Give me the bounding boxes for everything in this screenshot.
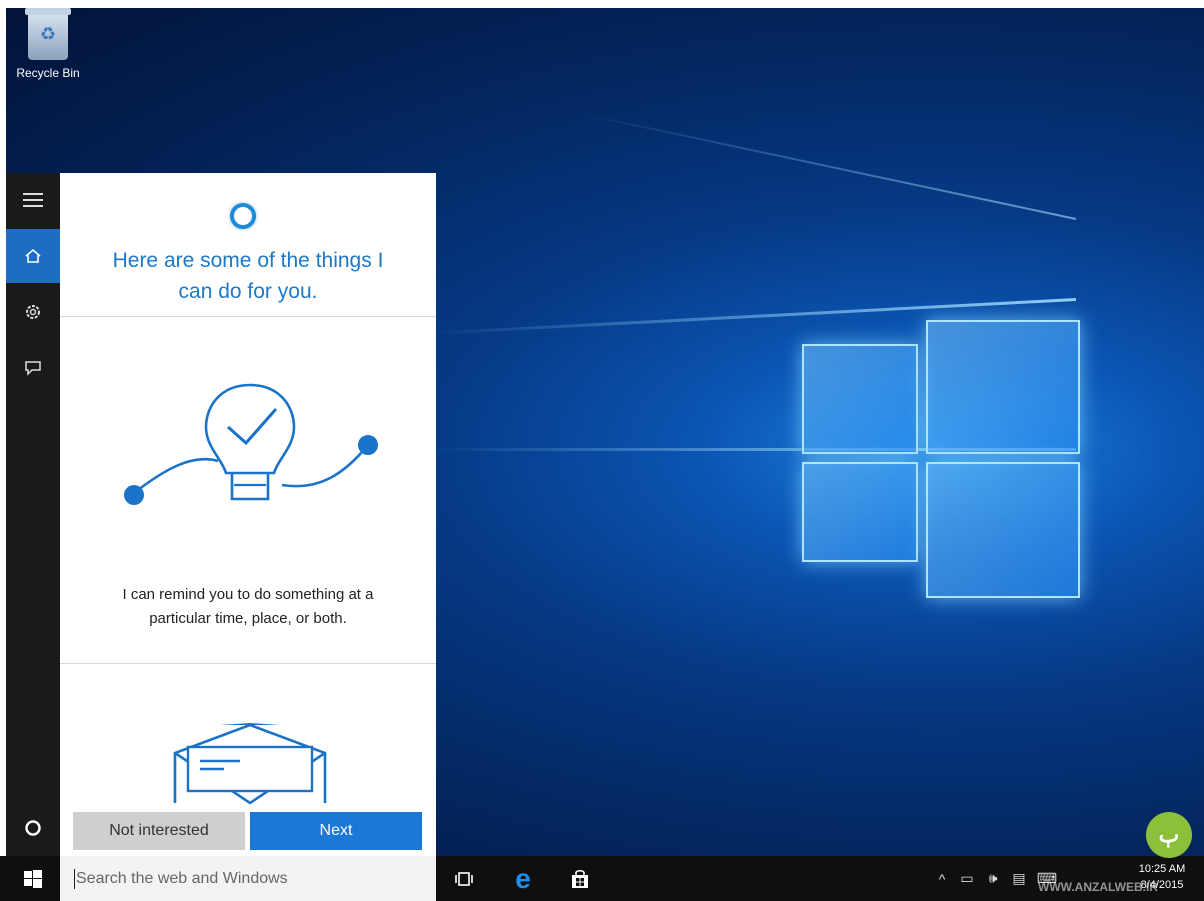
logo-pane xyxy=(802,462,918,562)
divider xyxy=(60,663,436,664)
envelope-illustration xyxy=(173,723,327,805)
cortana-side-rail xyxy=(6,173,60,856)
lightbulb-reminder-illustration xyxy=(124,383,378,505)
not-interested-button[interactable]: Not interested xyxy=(73,812,245,850)
cortana-logo-icon xyxy=(230,203,256,229)
feedback-icon[interactable] xyxy=(6,341,60,395)
cortana-circle-icon[interactable] xyxy=(6,801,60,855)
store-icon[interactable] xyxy=(562,856,598,901)
headline-line: Here are some of the things I xyxy=(112,249,384,272)
action-center-icon[interactable]: ▤ xyxy=(1006,870,1032,887)
system-tray: ^ ▭ 🕪 ▤ ⌨ xyxy=(930,856,1062,901)
reminder-line: particular time, place, or both. xyxy=(149,610,347,627)
settings-icon[interactable] xyxy=(6,285,60,339)
watermark-text: WWW.ANZALWEB.IR xyxy=(1038,880,1158,894)
network-icon[interactable]: ▭ xyxy=(954,870,980,887)
watermark-logo: ٻ xyxy=(1146,812,1192,858)
cortana-headline: Here are some of the things I can do for… xyxy=(80,245,416,307)
hamburger-menu-icon[interactable] xyxy=(6,173,60,227)
reminder-description: I can remind you to do something at a pa… xyxy=(80,583,416,631)
start-button[interactable] xyxy=(6,856,60,901)
recycle-bin-shortcut[interactable]: Recycle Bin xyxy=(10,8,86,80)
divider xyxy=(60,316,436,317)
next-button[interactable]: Next xyxy=(250,812,422,850)
logo-pane xyxy=(926,462,1080,598)
clock-time: 10:25 AM xyxy=(1138,863,1186,875)
logo-pane xyxy=(926,320,1080,454)
screen-border-top xyxy=(0,0,1204,8)
windows-logo-light xyxy=(796,320,1081,605)
recycle-bin-icon xyxy=(25,8,71,60)
task-view-icon[interactable] xyxy=(446,856,482,901)
windows-start-icon xyxy=(24,869,42,888)
show-hidden-icons-chevron-icon[interactable]: ^ xyxy=(930,871,954,887)
cortana-panel: Here are some of the things I can do for… xyxy=(60,173,436,856)
taskbar-search-input[interactable]: Search the web and Windows xyxy=(60,856,436,901)
headline-line: can do for you. xyxy=(178,280,318,303)
edge-browser-icon[interactable]: e xyxy=(505,856,541,901)
logo-pane xyxy=(802,344,918,454)
reminder-line: I can remind you to do something at a xyxy=(122,586,374,603)
volume-icon[interactable]: 🕪 xyxy=(980,870,1006,887)
light-beam xyxy=(576,111,1077,220)
recycle-bin-label: Recycle Bin xyxy=(16,66,80,80)
home-icon[interactable] xyxy=(6,229,60,283)
